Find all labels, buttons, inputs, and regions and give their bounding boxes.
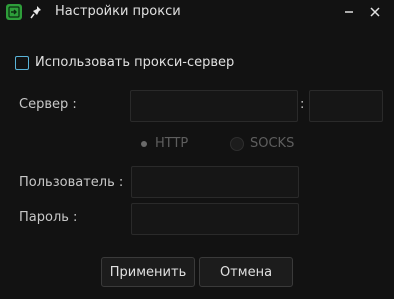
use-proxy-checkbox[interactable]: [15, 56, 29, 70]
radio-socks-indicator[interactable]: [230, 137, 244, 151]
minimize-icon: [345, 11, 353, 13]
pin-icon[interactable]: [30, 4, 44, 20]
server-port-input[interactable]: [309, 90, 383, 122]
use-proxy-label[interactable]: Использовать прокси-сервер: [35, 55, 234, 70]
close-button[interactable]: [364, 2, 386, 22]
minimize-button[interactable]: [338, 2, 360, 22]
window-title: Настройки прокси: [55, 4, 181, 19]
server-label: Сервер :: [19, 97, 77, 112]
radio-http-label[interactable]: HTTP: [155, 136, 188, 151]
username-input[interactable]: [131, 166, 299, 198]
cancel-button[interactable]: Отмена: [199, 257, 293, 287]
close-icon: [370, 7, 380, 17]
radio-socks-label[interactable]: SOCKS: [250, 136, 294, 151]
password-input[interactable]: [131, 203, 299, 235]
server-port-separator: :: [300, 97, 305, 112]
app-icon: [6, 4, 22, 20]
username-label: Пользователь :: [19, 175, 124, 190]
radio-http-indicator[interactable]: [141, 141, 147, 147]
password-label: Пароль :: [19, 210, 78, 225]
server-host-input[interactable]: [130, 90, 298, 122]
title-bar[interactable]: Настройки прокси: [0, 0, 394, 25]
apply-button[interactable]: Применить: [101, 257, 195, 287]
